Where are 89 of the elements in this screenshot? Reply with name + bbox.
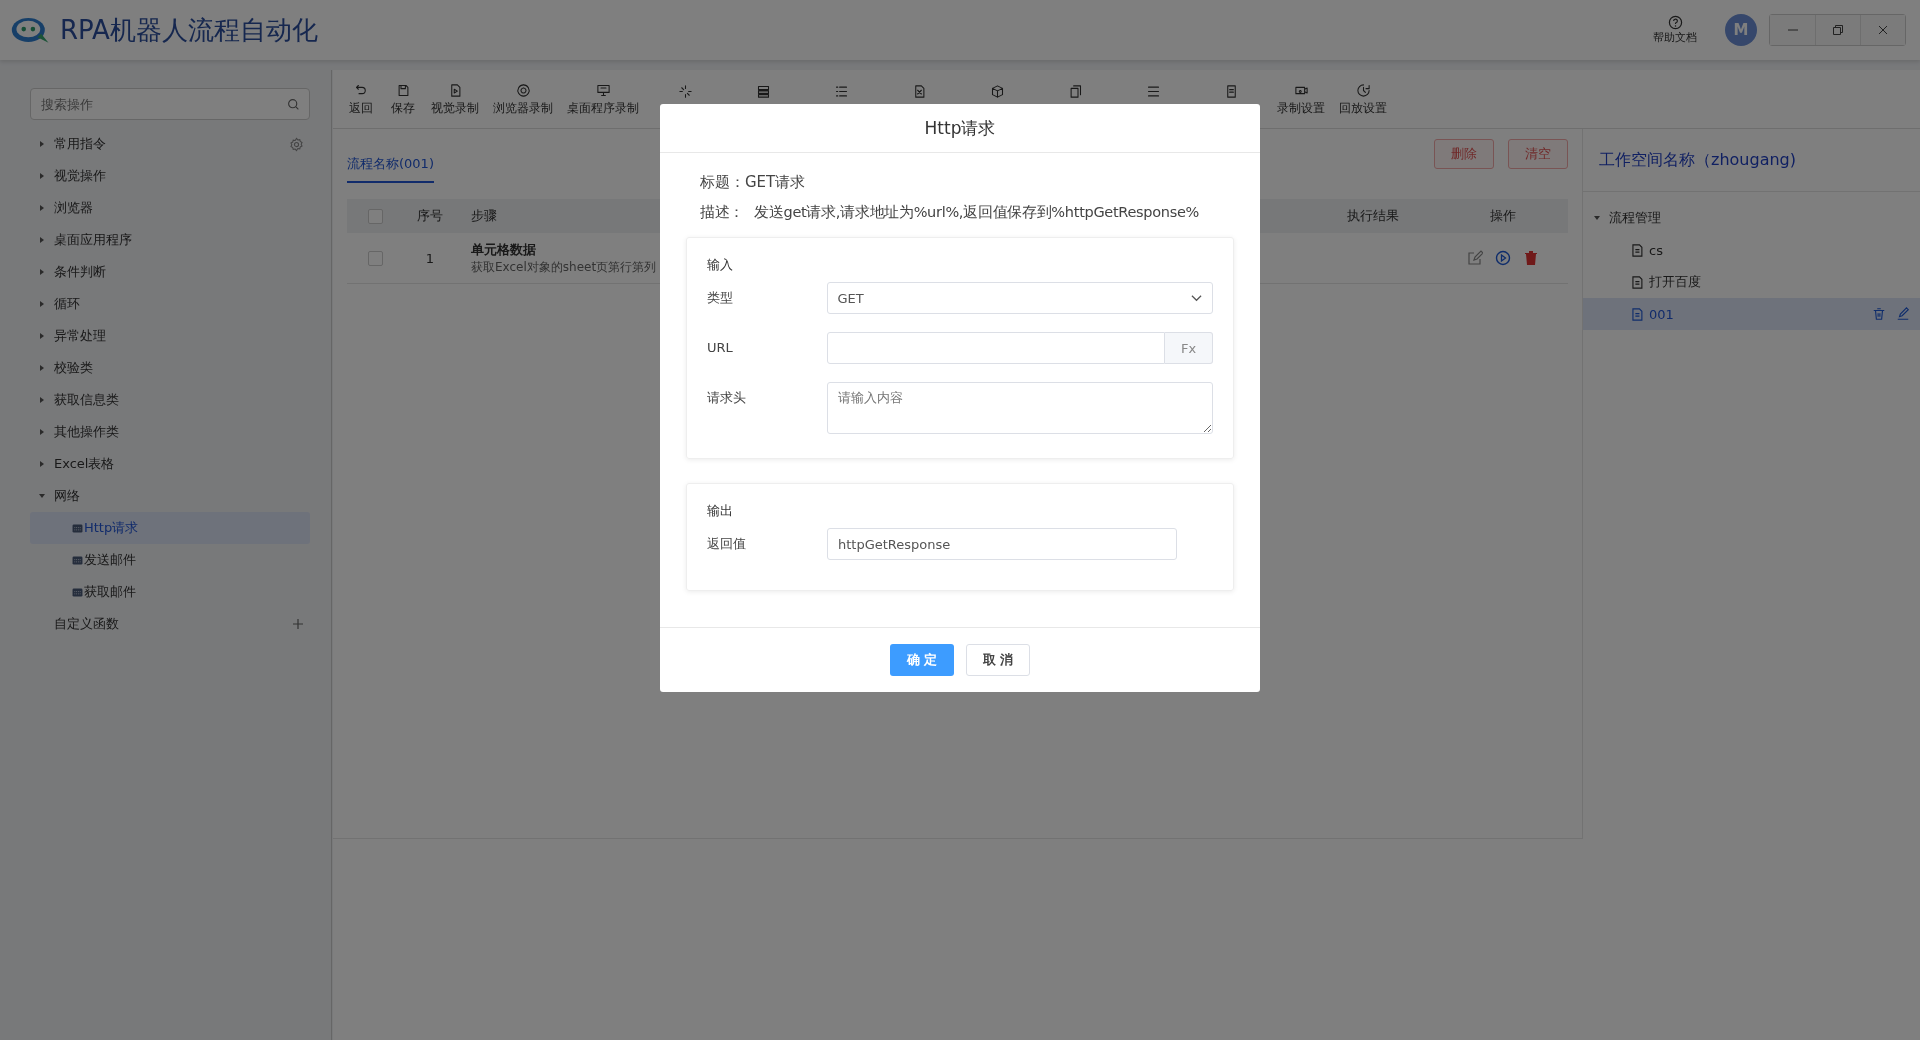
section-title: 输出 xyxy=(707,502,734,520)
toolbar-button[interactable]: 视觉录制 xyxy=(425,82,485,116)
category-item[interactable]: 常用指令 xyxy=(30,128,310,160)
add-icon[interactable] xyxy=(292,618,304,630)
browser-icon xyxy=(515,82,531,98)
help-button[interactable]: 帮助文档 xyxy=(1647,14,1703,46)
tree-folder[interactable]: 流程管理 xyxy=(1583,202,1920,234)
document-icon xyxy=(1631,307,1643,321)
category-item[interactable]: 桌面应用程序 xyxy=(30,224,310,256)
category-item[interactable]: 条件判断 xyxy=(30,256,310,288)
category-item[interactable]: 网络 xyxy=(30,480,310,512)
confirm-button[interactable]: 确 定 xyxy=(890,644,954,676)
type-select[interactable]: GET xyxy=(826,282,1213,314)
action-button[interactable]: 删除 xyxy=(1434,139,1494,169)
save-icon xyxy=(395,82,411,98)
play-icon[interactable] xyxy=(1495,250,1511,266)
table-cell-text: 1 xyxy=(424,250,436,266)
edit-icon[interactable] xyxy=(1896,307,1910,321)
toolbar-button[interactable]: 浏览器录制 xyxy=(487,82,559,116)
action-item[interactable]: 获取邮件 xyxy=(30,576,310,608)
category-item[interactable]: 视觉操作 xyxy=(30,160,310,192)
document-icon xyxy=(1631,243,1643,257)
user-avatar[interactable]: M xyxy=(1725,14,1757,46)
return-value-field[interactable]: httpGetResponse xyxy=(827,528,1177,560)
monitor-icon xyxy=(595,82,611,98)
step-title: 单元格数据 xyxy=(471,240,536,259)
category-item[interactable]: 其他操作类 xyxy=(30,416,310,448)
copy-icon xyxy=(1067,83,1083,99)
keyboard-icon xyxy=(72,587,83,597)
search-field[interactable]: 搜索操作 xyxy=(30,88,310,120)
delete-icon[interactable] xyxy=(1523,250,1539,266)
history-icon xyxy=(1355,82,1371,98)
headers-field[interactable]: 请输入内容 xyxy=(826,382,1213,434)
action-button[interactable]: 清空 xyxy=(1508,139,1568,169)
category-item[interactable]: 校验类 xyxy=(30,352,310,384)
toolbar-button[interactable]: 桌面程序录制 xyxy=(561,82,645,116)
step-description: 获取Excel对象的sheet页第行第列 xyxy=(471,258,657,276)
app-title: RPA机器人流程自动化 xyxy=(60,13,318,47)
flow-item[interactable]: cs xyxy=(1583,234,1920,266)
column-header: 步骤 xyxy=(471,207,497,225)
flow-item[interactable]: 001 xyxy=(1583,298,1920,330)
category-item[interactable]: 异常处理 xyxy=(30,320,310,352)
document-icon xyxy=(1631,275,1643,289)
list-icon xyxy=(833,83,849,99)
flow-tab[interactable]: 流程名称(001) xyxy=(347,155,434,183)
flow-item[interactable]: 打开百度 xyxy=(1583,266,1920,298)
edit-icon[interactable] xyxy=(1467,250,1483,266)
settings-icon[interactable] xyxy=(289,136,304,152)
category-item[interactable]: Excel表格 xyxy=(30,448,310,480)
field-label: 请求头 xyxy=(707,389,747,407)
dialog-heading: 标题：GET请求 xyxy=(699,172,807,193)
workspace-title: 工作空间名称（zhougang) xyxy=(1583,129,1920,192)
menu-icon xyxy=(1145,83,1161,99)
cube-icon xyxy=(989,83,1005,99)
category-item[interactable]: 自定义函数 xyxy=(30,608,310,640)
url-field[interactable] xyxy=(826,332,1165,364)
category-item[interactable]: 获取信息类 xyxy=(30,384,310,416)
fx-button[interactable]: Fx xyxy=(1165,332,1213,364)
dialog-title: Http请求 xyxy=(924,116,996,140)
help-icon xyxy=(1667,15,1683,30)
restore-button[interactable] xyxy=(1815,15,1860,45)
toolbar-button[interactable]: 录制设置 xyxy=(1271,82,1331,116)
delete-icon[interactable] xyxy=(1872,307,1886,321)
dialog-description: 发送get请求,请求地址为%url%,返回值保存到%httpGetResponse% xyxy=(754,203,1200,222)
action-item[interactable]: 发送邮件 xyxy=(30,544,310,576)
column-header: 序号 xyxy=(416,207,444,225)
action-item[interactable]: Http请求 xyxy=(30,512,310,544)
field-label: URL xyxy=(707,339,734,357)
stack-icon xyxy=(755,83,771,99)
chevron-down-icon xyxy=(1191,294,1202,302)
search-icon xyxy=(287,98,300,111)
category-item[interactable]: 浏览器 xyxy=(30,192,310,224)
restore-icon xyxy=(1832,24,1844,36)
toolbar-button[interactable]: 回放设置 xyxy=(1333,82,1393,116)
cancel-button[interactable]: 取 消 xyxy=(966,644,1030,676)
field-label: 类型 xyxy=(707,289,734,307)
keyboard-icon xyxy=(72,555,83,565)
column-header: 操作 xyxy=(1489,207,1517,225)
field-label: 返回值 xyxy=(707,535,747,553)
toolbar-button[interactable]: 返回 xyxy=(341,82,381,116)
close-icon xyxy=(1877,24,1889,36)
checkbox[interactable] xyxy=(367,208,383,224)
column-header: 执行结果 xyxy=(1346,207,1400,225)
toolbar-button[interactable]: 保存 xyxy=(383,82,423,116)
keyboard-icon xyxy=(72,523,83,533)
category-item[interactable]: 循环 xyxy=(30,288,310,320)
description-label: 描述： xyxy=(700,203,745,222)
checkbox[interactable] xyxy=(367,250,383,266)
section-title: 输入 xyxy=(707,256,734,274)
